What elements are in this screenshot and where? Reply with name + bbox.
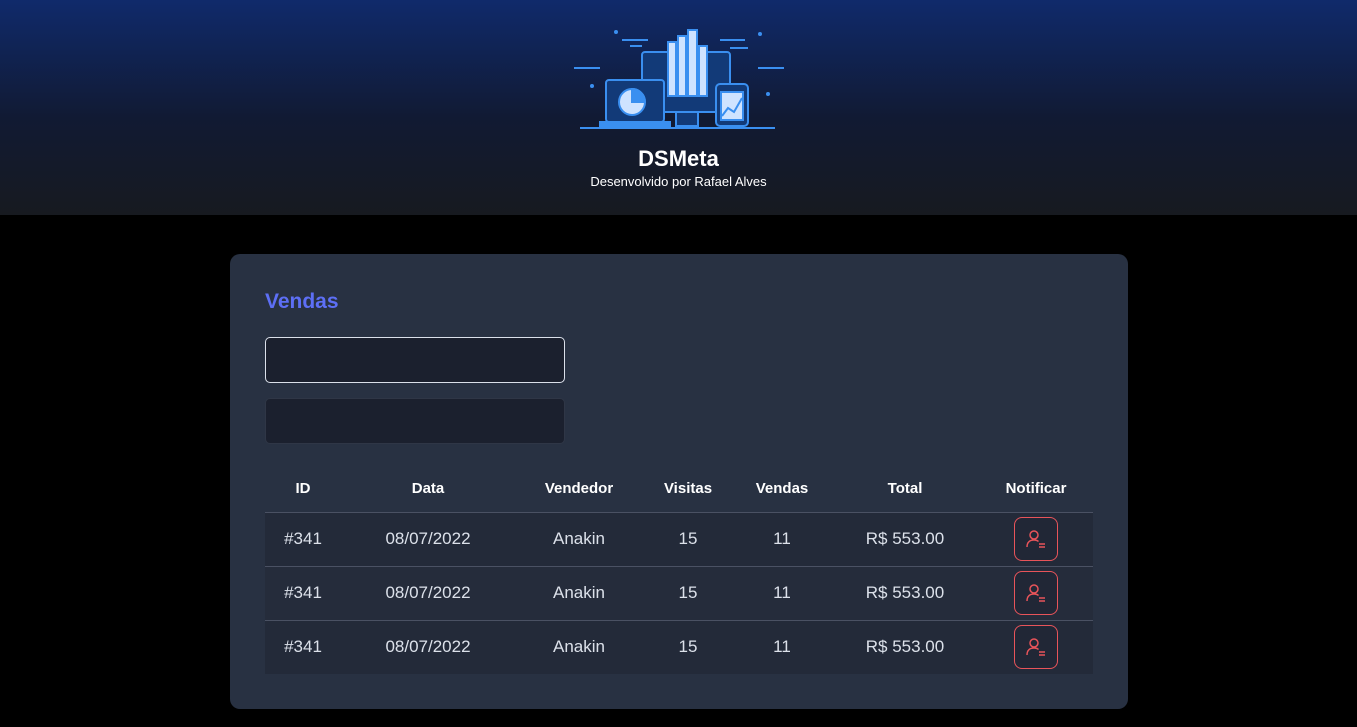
- cell-id: #341: [284, 529, 322, 548]
- min-date-input[interactable]: [265, 337, 565, 383]
- cell-deals: 11: [733, 565, 831, 620]
- app-title: DSMeta: [638, 146, 719, 171]
- table-row: #341 08/07/2022 Anakin 15 11 R$ 553.00: [265, 512, 1093, 566]
- cell-total: R$ 553.00: [831, 565, 979, 620]
- table-row: #341 08/07/2022 Anakin 15 11 R$ 553.00: [265, 565, 1093, 620]
- user-notify-icon: [1026, 638, 1045, 656]
- table-header-row: ID Data Vendedor Visitas Vendas Total No…: [265, 466, 1093, 513]
- cell-visits: 15: [643, 565, 733, 620]
- cell-deals: 11: [773, 529, 791, 548]
- cell-id: #341: [265, 619, 341, 674]
- column-header-id: ID: [265, 466, 341, 513]
- cell-visits: 15: [643, 619, 733, 674]
- column-header-date: Data: [341, 466, 515, 513]
- notify-button[interactable]: [1014, 517, 1058, 561]
- cell-deals: 11: [733, 619, 831, 674]
- cell-date: 08/07/2022: [385, 529, 471, 548]
- cell-total: R$ 553.00: [831, 619, 979, 674]
- dashboard-devices-icon: [574, 29, 784, 129]
- notify-button[interactable]: [1014, 571, 1058, 615]
- cell-seller: Anakin: [515, 565, 643, 620]
- cell-total: R$ 553.00: [865, 529, 945, 548]
- app-header: DSMeta Desenvolvido por Rafael Alves: [0, 0, 1357, 215]
- max-date-input[interactable]: [265, 398, 565, 444]
- column-header-visits: Visitas: [643, 466, 733, 513]
- logo: [570, 20, 788, 134]
- column-header-total: Total: [831, 466, 979, 513]
- sales-card: Vendas ID Data Vendedor Visitas Vendas T…: [230, 254, 1128, 709]
- sales-title: Vendas: [265, 290, 339, 313]
- cell-seller: Anakin: [553, 529, 605, 548]
- table-row: #341 08/07/2022 Anakin 15 11 R$ 553.00: [265, 619, 1093, 674]
- cell-date: 08/07/2022: [341, 565, 515, 620]
- user-notify-icon: [1026, 584, 1045, 602]
- column-header-notify: Notificar: [979, 466, 1093, 513]
- cell-visits: 15: [678, 529, 698, 548]
- cell-date: 08/07/2022: [341, 619, 515, 674]
- column-header-seller: Vendedor: [515, 466, 643, 513]
- notify-button[interactable]: [1014, 625, 1058, 670]
- app-subtitle: Desenvolvido por Rafael Alves: [590, 174, 767, 189]
- column-header-deals: Vendas: [733, 466, 831, 513]
- cell-id: #341: [265, 565, 341, 620]
- cell-seller: Anakin: [515, 619, 643, 674]
- user-notify-icon: [1026, 530, 1045, 548]
- sales-table: ID Data Vendedor Visitas Vendas Total No…: [265, 466, 1093, 674]
